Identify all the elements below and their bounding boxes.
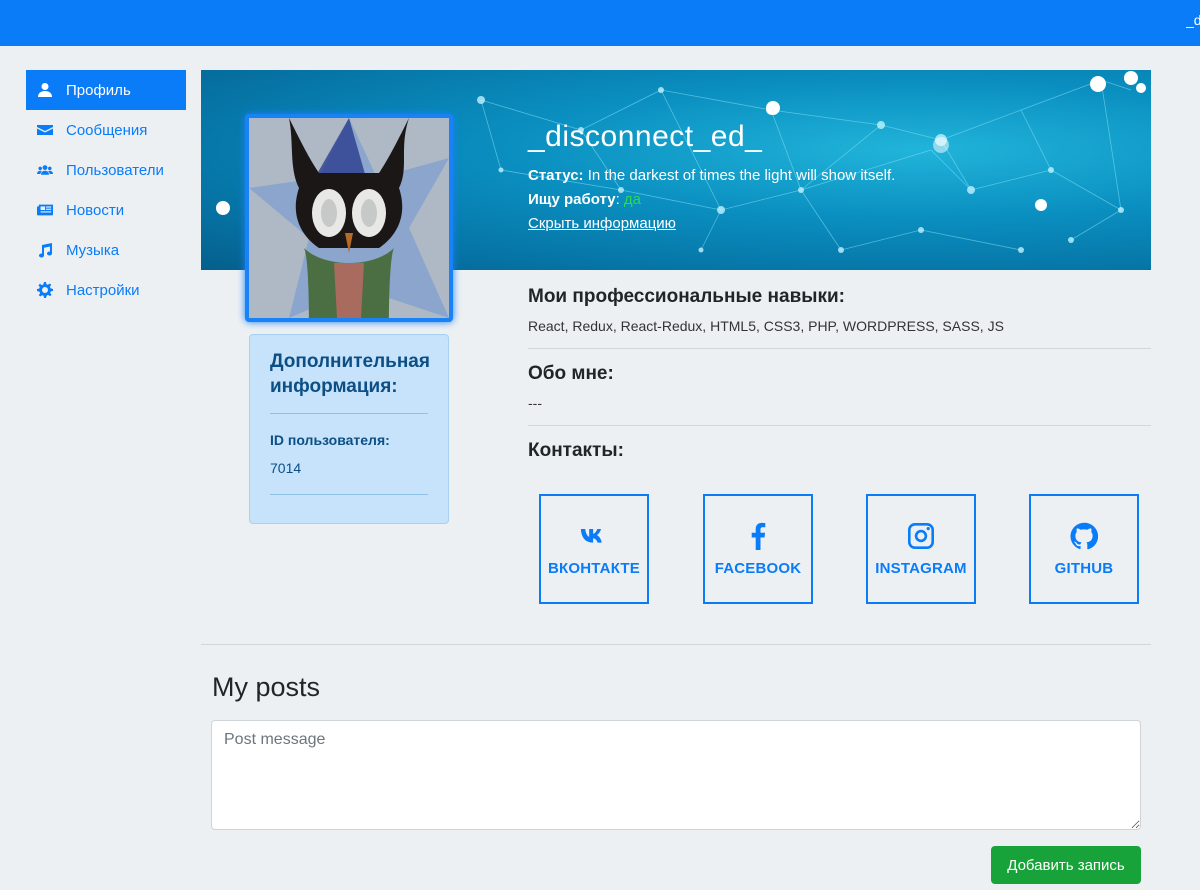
users-icon [36,161,54,179]
status-label: Статус: [528,167,584,184]
profile-header: _disconnect_ed_ Статус: In the darkest o… [528,120,895,236]
contact-label: GITHUB [1054,559,1114,577]
contact-label: ВКОНТАКТЕ [547,559,641,577]
posts-title: My posts [212,672,321,702]
job-search-line: Ищу работу: да [528,188,895,212]
about-text: --- [528,395,542,411]
music-icon [36,241,54,259]
profile-details: Мои профессиональные навыки: React, Redu… [528,286,1151,472]
instagram-icon [908,522,934,549]
skills-text: React, Redux, React-Redux, HTML5, CSS3, … [528,318,1004,334]
sidebar: Профиль Сообщения Пользователи Новости М… [26,70,186,310]
sidebar-item-label: Новости [66,201,125,219]
sidebar-item-news[interactable]: Новости [26,190,186,230]
sidebar-item-label: Настройки [66,281,140,299]
sidebar-item-label: Пользователи [66,161,164,179]
sidebar-item-messages[interactable]: Сообщения [26,110,186,150]
contacts-title: Контакты: [528,440,624,461]
job-value: да [623,191,642,208]
about-section: Обо мне: --- [528,363,1151,426]
github-icon [1070,522,1098,549]
status-text[interactable]: In the darkest of times the light will s… [588,167,896,184]
contact-github-button[interactable]: GITHUB [1029,494,1139,604]
skills-title: Мои профессиональные навыки: [528,286,845,307]
about-title: Обо мне: [528,363,614,384]
header-user-label[interactable]: _disconnect_ed_ [1186,12,1200,28]
job-colon: : [615,191,620,208]
status-line: Статус: In the darkest of times the ligh… [528,164,895,188]
contact-facebook-button[interactable]: FACEBOOK [703,494,813,604]
sidebar-item-users[interactable]: Пользователи [26,150,186,190]
newspaper-icon [36,201,54,219]
sidebar-item-label: Сообщения [66,121,148,139]
gear-icon [36,281,54,299]
post-message-input[interactable] [211,720,1141,830]
contact-instagram-button[interactable]: INSTAGRAM [866,494,976,604]
profile-name: _disconnect_ed_ [528,120,763,153]
contacts-list: ВКОНТАКТЕ FACEBOOK INSTAGRAM GITHUB [539,494,1139,604]
vk-icon [580,528,602,543]
owl-artwork-image [249,118,449,318]
posts-divider [201,644,1151,645]
sidebar-item-label: Музыка [66,241,120,259]
additional-info-title: Дополнительная информация: [270,349,430,414]
sidebar-item-settings[interactable]: Настройки [26,270,186,310]
facebook-icon [751,522,766,550]
hide-info-link[interactable]: Скрыть информацию [528,215,676,232]
skills-section: Мои профессиональные навыки: React, Redu… [528,286,1151,349]
profile-avatar [245,114,453,322]
user-id-value: 7014 [270,460,428,495]
contact-vk-button[interactable]: ВКОНТАКТЕ [539,494,649,604]
envelope-icon [36,121,54,139]
sidebar-item-label: Профиль [66,81,131,99]
contact-label: FACEBOOK [714,559,802,577]
add-post-button[interactable]: Добавить запись [991,846,1141,884]
additional-info-card: Дополнительная информация: ID пользовате… [249,334,449,524]
sidebar-item-music[interactable]: Музыка [26,230,186,270]
job-label: Ищу работу [528,191,616,208]
hide-info-line: Скрыть информацию [528,212,895,236]
sidebar-item-profile[interactable]: Профиль [26,70,186,110]
top-navbar: _disconnect_ed_ [0,0,1200,46]
user-id-label: ID пользователя: [270,432,390,448]
user-icon [36,81,54,99]
contact-label: INSTAGRAM [875,559,967,577]
